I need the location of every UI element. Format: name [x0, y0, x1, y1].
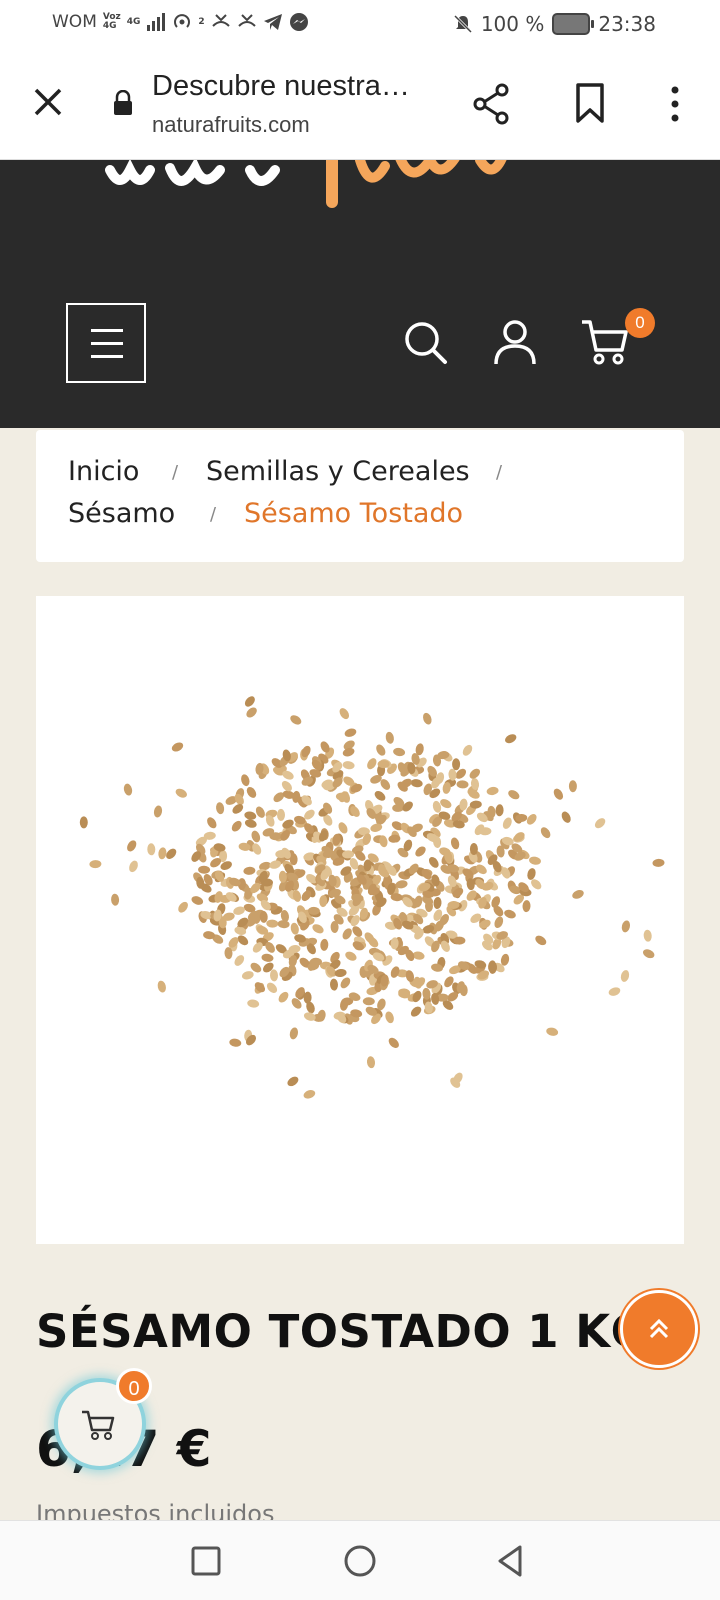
breadcrumb-separator: / [210, 504, 217, 525]
close-icon[interactable] [28, 82, 68, 122]
recents-icon[interactable] [186, 1541, 226, 1581]
account-icon[interactable] [492, 318, 538, 366]
sesame-seeds-image [79, 696, 665, 1099]
breadcrumb-category[interactable]: Semillas y Cereales [206, 456, 470, 487]
home-icon[interactable] [340, 1541, 380, 1581]
telegram-icon [263, 14, 282, 30]
battery-percent: 100 % [480, 12, 545, 36]
site-header: 0 [0, 160, 720, 428]
breadcrumb-separator: / [172, 462, 179, 483]
lock-icon [114, 90, 132, 115]
breadcrumb-home[interactable]: Inicio [68, 456, 139, 487]
browser-toolbar: Descubre nuestra… naturafruits.com [0, 50, 720, 160]
menu-button[interactable] [66, 303, 146, 383]
breadcrumb-subcategory[interactable]: Sésamo [68, 498, 175, 529]
status-bar: WOM Voz 4G 4G 2 100 % 23:38 [0, 0, 720, 50]
hotspot-icon [174, 14, 191, 28]
bookmark-icon[interactable] [572, 82, 608, 124]
cart-count-badge: 0 [625, 308, 655, 338]
page-url[interactable]: naturafruits.com [152, 112, 310, 138]
volte-label: Voz 4G [102, 12, 121, 31]
product-title: SÉSAMO TOSTADO 1 KG [36, 1305, 649, 1358]
double-chevron-up-icon [649, 1318, 669, 1339]
scroll-to-top-button[interactable] [620, 1290, 698, 1368]
back-icon[interactable] [490, 1541, 530, 1581]
mute-icon [453, 14, 472, 34]
cart-button[interactable]: 0 [580, 308, 655, 366]
missed-call-icon [211, 14, 230, 27]
missed-call-icon [237, 14, 256, 27]
cart-icon [582, 320, 628, 365]
hotspot-count: 2 [198, 16, 205, 27]
page-title[interactable]: Descubre nuestra… [152, 70, 410, 103]
floating-cart-button[interactable]: 0 [54, 1368, 152, 1470]
breadcrumb: Inicio / Semillas y Cereales / Sésamo / … [36, 430, 684, 562]
carrier-label: WOM [52, 12, 97, 32]
more-vert-icon[interactable] [660, 82, 690, 126]
product-image[interactable] [36, 596, 684, 1244]
battery-icon [552, 13, 595, 35]
breadcrumb-current: Sésamo Tostado [244, 498, 464, 529]
search-icon[interactable] [403, 320, 449, 366]
clock: 23:38 [598, 12, 656, 36]
site-logo[interactable] [100, 160, 660, 210]
network-type-label: 4G [126, 16, 141, 27]
system-navigation-bar [0, 1520, 720, 1600]
breadcrumb-separator: / [496, 462, 503, 483]
messenger-icon [289, 13, 308, 31]
share-icon[interactable] [470, 82, 514, 126]
floating-cart-count-badge: 0 [116, 1368, 152, 1404]
signal-icon [147, 13, 166, 31]
